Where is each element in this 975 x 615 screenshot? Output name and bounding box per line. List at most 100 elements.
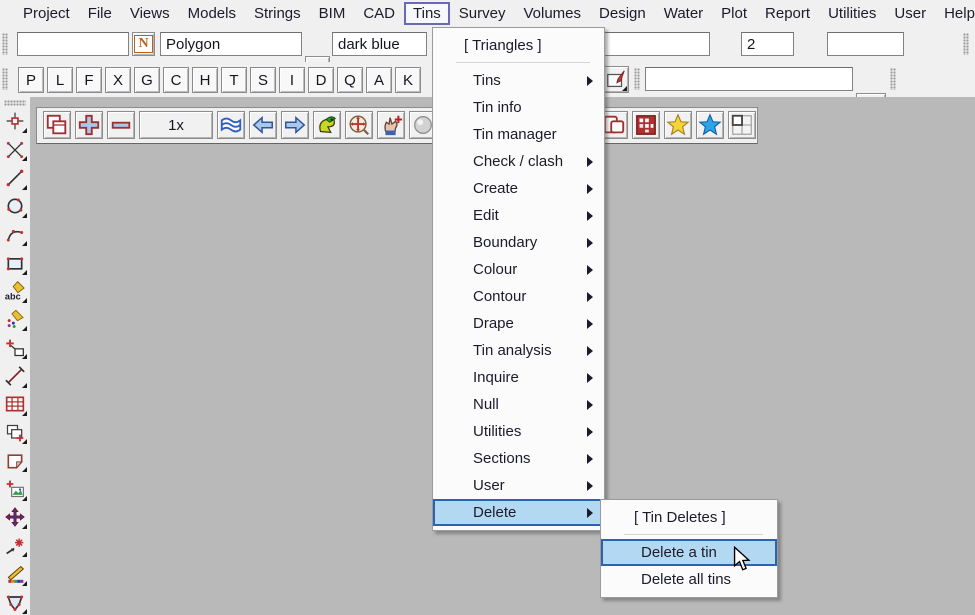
cad-name-input[interactable] (17, 32, 129, 56)
cad-style-input[interactable] (160, 32, 302, 56)
menu-item-delete[interactable]: Delete (433, 499, 604, 526)
menu-models[interactable]: Models (179, 3, 245, 24)
menu-item-null[interactable]: Null (433, 391, 604, 418)
fit-view-button[interactable] (217, 111, 245, 139)
view-menu-button[interactable] (43, 111, 71, 139)
menu-volumes[interactable]: Volumes (514, 3, 590, 24)
create-text-button[interactable]: abc (2, 279, 28, 304)
menu-design[interactable]: Design (590, 3, 655, 24)
menu-item-colour[interactable]: Colour (433, 256, 604, 283)
menu-item-contour[interactable]: Contour (433, 283, 604, 310)
menu-item-tin-info[interactable]: Tin info (433, 94, 604, 121)
menu-file[interactable]: File (79, 3, 121, 24)
snap-button-a[interactable]: A (366, 67, 392, 93)
snap-button-g[interactable]: G (134, 67, 160, 93)
colour-line-button[interactable] (2, 561, 28, 586)
menu-user[interactable]: User (885, 3, 935, 24)
menu-item-create[interactable]: Create (433, 175, 604, 202)
table-button[interactable] (2, 392, 28, 417)
snap-button-t[interactable]: T (221, 67, 247, 93)
paste-point-button[interactable] (2, 335, 28, 360)
snap-button-s[interactable]: S (250, 67, 276, 93)
search-input[interactable] (645, 67, 853, 91)
measure-button[interactable] (2, 363, 28, 388)
spray-points-button[interactable] (2, 307, 28, 332)
snap-button-d[interactable]: D (308, 67, 334, 93)
previous-view-button[interactable] (249, 111, 277, 139)
menu-item-drape[interactable]: Drape (433, 310, 604, 337)
menu-report[interactable]: Report (756, 3, 819, 24)
next-view-button[interactable] (281, 111, 309, 139)
menu-project[interactable]: Project (14, 3, 79, 24)
submenu-header-tin-deletes[interactable]: [ Tin Deletes ] (601, 504, 777, 531)
window-layout-button[interactable] (728, 111, 756, 139)
menu-item-edit[interactable]: Edit (433, 202, 604, 229)
snap-button-h[interactable]: H (192, 67, 218, 93)
move-button[interactable] (2, 505, 28, 530)
grid-settings-button[interactable] (632, 111, 660, 139)
cad-toolbar-end-grip[interactable] (963, 33, 969, 55)
menu-utilities[interactable]: Utilities (819, 3, 885, 24)
menu-item-sections[interactable]: Sections (433, 445, 604, 472)
birdseye-button[interactable] (313, 111, 341, 139)
arc-icon (6, 229, 24, 242)
menu-item-label: Edit (473, 207, 499, 224)
snap-button-c[interactable]: C (163, 67, 189, 93)
zoom-factor-button[interactable]: 1x (139, 111, 213, 139)
menu-item-tin-analysis[interactable]: Tin analysis (433, 337, 604, 364)
snap-toolbar-grip[interactable] (2, 68, 8, 90)
snap-button-x[interactable]: X (105, 67, 131, 93)
create-circle-button[interactable] (2, 194, 28, 219)
snap-button-p[interactable]: P (18, 67, 44, 93)
snap-button-k[interactable]: K (395, 67, 421, 93)
cad-toolbar-grip[interactable] (2, 33, 8, 55)
bookmarks-button[interactable] (696, 111, 724, 139)
intersect-button[interactable] (2, 137, 28, 162)
cad-name-button[interactable]: N (132, 32, 155, 56)
menu-water[interactable]: Water (655, 3, 712, 24)
menu-tins[interactable]: Tins (404, 2, 450, 25)
plot-frame-button[interactable] (602, 66, 629, 93)
menu-cad[interactable]: CAD (354, 3, 404, 24)
menu-item-tins[interactable]: Tins (433, 67, 604, 94)
menu-header-triangles[interactable]: [ Triangles ] (433, 32, 604, 59)
search-toolbar-grip[interactable] (634, 68, 640, 90)
create-rectangle-button[interactable] (2, 250, 28, 275)
cad-colour-input[interactable] (332, 32, 427, 56)
sidebar-grip[interactable] (4, 100, 26, 106)
insert-image-button[interactable] (2, 476, 28, 502)
create-point-button[interactable] (2, 109, 28, 134)
cad-field3-input[interactable] (827, 32, 904, 56)
fold-shape-button[interactable] (2, 448, 28, 473)
menu-help[interactable]: Help (935, 3, 975, 24)
menu-bim[interactable]: BIM (310, 3, 355, 24)
favourites-button[interactable] (664, 111, 692, 139)
menu-strings[interactable]: Strings (245, 3, 310, 24)
copy-elements-button[interactable] (2, 420, 28, 445)
create-arc-button[interactable] (2, 222, 28, 247)
menu-item-inquire[interactable]: Inquire (433, 364, 604, 391)
snap-button-l[interactable]: L (47, 67, 73, 93)
rotate-button[interactable] (2, 533, 28, 558)
cad-weight-input[interactable] (741, 32, 794, 56)
polygon-button[interactable] (2, 590, 28, 615)
snap-button-q[interactable]: Q (337, 67, 363, 93)
snap-button-i[interactable]: I (279, 67, 305, 93)
menu-item-utilities[interactable]: Utilities (433, 418, 604, 445)
folders-grip[interactable] (890, 68, 896, 90)
menu-views[interactable]: Views (121, 3, 179, 24)
menu-item-user[interactable]: User (433, 472, 604, 499)
menu-item-check-clash[interactable]: Check / clash (433, 148, 604, 175)
zoom-extents-button[interactable] (345, 111, 373, 139)
snap-button-f[interactable]: F (76, 67, 102, 93)
menu-survey[interactable]: Survey (450, 3, 515, 24)
text-abc-icon: abc (5, 281, 25, 301)
create-line-button[interactable] (2, 165, 28, 190)
bird-icon (319, 116, 337, 134)
zoom-in-button[interactable] (75, 111, 103, 139)
menu-item-boundary[interactable]: Boundary (433, 229, 604, 256)
menu-item-tin-manager[interactable]: Tin manager (433, 121, 604, 148)
zoom-out-button[interactable] (107, 111, 135, 139)
menu-plot[interactable]: Plot (712, 3, 756, 24)
pan-button[interactable] (377, 111, 405, 139)
